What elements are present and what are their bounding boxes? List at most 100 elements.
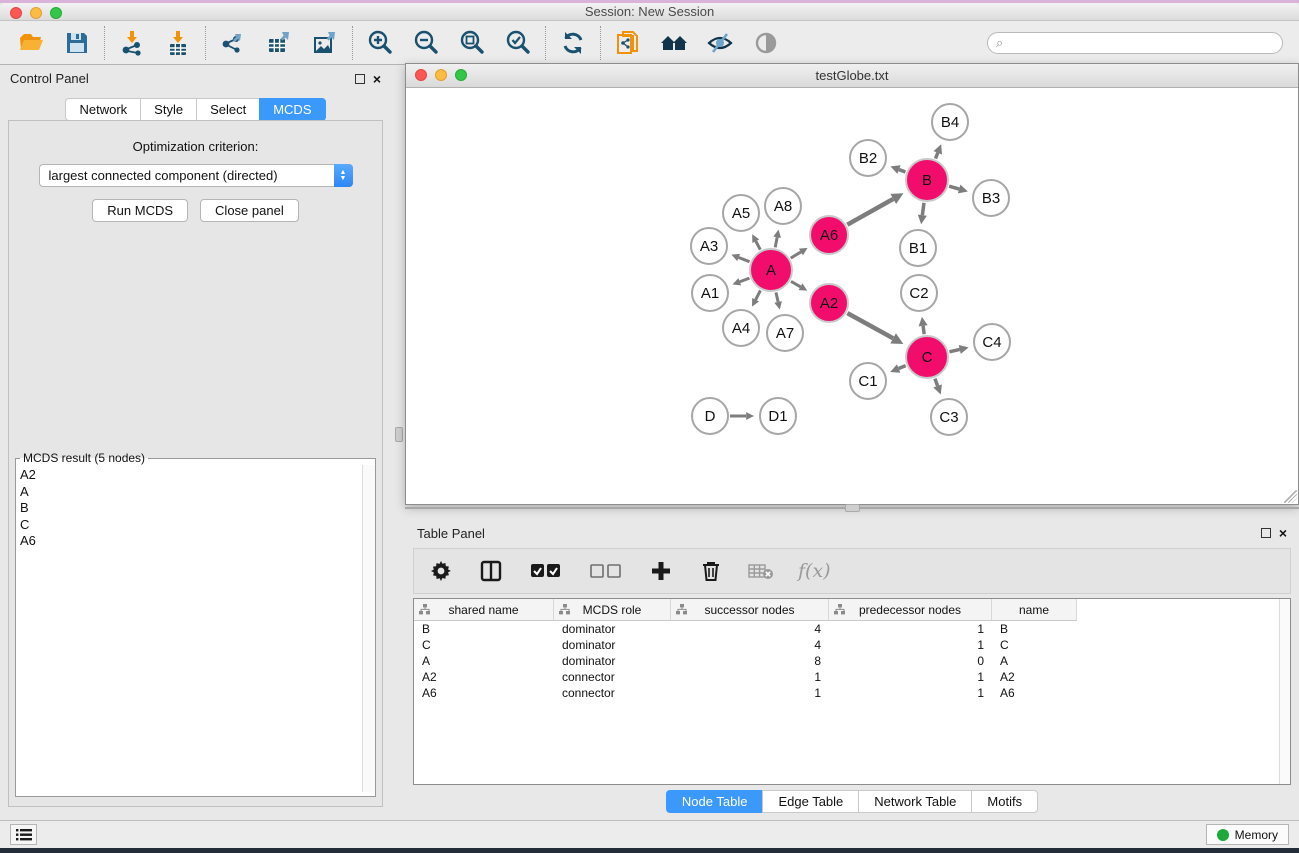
deselect-all-icon[interactable] (588, 558, 624, 584)
graph-edge[interactable] (923, 326, 924, 334)
close-panel-button[interactable]: Close panel (200, 199, 299, 222)
select-all-icon[interactable] (528, 558, 564, 584)
result-item[interactable]: A (20, 484, 358, 501)
graph-edge[interactable] (740, 278, 750, 282)
import-table-icon[interactable] (163, 28, 193, 58)
refresh-icon[interactable] (558, 28, 588, 58)
export-table-icon[interactable] (264, 28, 294, 58)
table-panel: Table Panel × f(x) (405, 520, 1299, 820)
graph-edge[interactable] (899, 366, 906, 369)
table-row[interactable]: A6connector11A6 (414, 685, 1290, 701)
column-header-successor-nodes[interactable]: successor nodes (671, 599, 829, 621)
zoom-out-icon[interactable] (411, 28, 441, 58)
hide-graphics-details-icon[interactable] (705, 28, 735, 58)
mcds-result-list[interactable]: A2ABCA6 (16, 465, 362, 792)
column-header-mcds-role[interactable]: MCDS role (554, 599, 671, 621)
tab-node-table[interactable]: Node Table (666, 790, 763, 813)
network-window-titlebar[interactable]: testGlobe.txt (406, 64, 1298, 88)
export-network-icon[interactable] (218, 28, 248, 58)
tab-mcds[interactable]: MCDS (259, 98, 325, 121)
task-history-button[interactable] (10, 824, 37, 845)
graph-edge[interactable] (899, 170, 905, 172)
graph-edge[interactable] (791, 281, 801, 286)
graph-edge[interactable] (847, 199, 893, 225)
close-window-button[interactable] (10, 7, 22, 19)
tab-network[interactable]: Network (65, 98, 140, 121)
graph-edge[interactable] (756, 241, 760, 250)
save-session-icon[interactable] (62, 28, 92, 58)
graph-edge-arrowhead (919, 317, 928, 327)
graph-edge[interactable] (775, 237, 777, 247)
search-field[interactable]: ⌕ (987, 32, 1283, 54)
show-graphics-details-icon[interactable] (751, 28, 781, 58)
tab-motifs[interactable]: Motifs (971, 790, 1038, 813)
graph-edge[interactable] (949, 186, 959, 189)
network-zoom-button[interactable] (455, 69, 467, 81)
zoom-window-button[interactable] (50, 7, 62, 19)
graph-edge[interactable] (935, 153, 937, 159)
graph-edge-arrowhead (958, 185, 968, 194)
graph-edge[interactable] (847, 313, 893, 338)
result-item[interactable]: A6 (20, 533, 358, 550)
delete-table-icon[interactable] (748, 558, 774, 584)
network-canvas[interactable]: B4B2BB3A8A5A6A3B1AA1C2A2A4A7C4CC1DD1C3 (406, 88, 1298, 504)
table-row[interactable]: Cdominator41C (414, 637, 1290, 653)
tab-edge-table[interactable]: Edge Table (762, 790, 858, 813)
result-item[interactable]: B (20, 500, 358, 517)
result-item[interactable]: C (20, 517, 358, 534)
export-image-icon[interactable] (310, 28, 340, 58)
graph-edge[interactable] (756, 290, 761, 299)
vertical-splitter-handle[interactable] (395, 427, 403, 442)
add-column-icon[interactable] (648, 558, 674, 584)
dropdown-selected-value: largest connected component (directed) (40, 168, 334, 183)
open-session-icon[interactable] (16, 28, 46, 58)
zoom-in-icon[interactable] (365, 28, 395, 58)
zoom-selected-icon[interactable] (503, 28, 533, 58)
search-input[interactable] (1007, 36, 1274, 50)
settings-icon[interactable] (428, 558, 454, 584)
float-table-panel-icon[interactable] (1261, 528, 1271, 538)
memory-button[interactable]: Memory (1206, 824, 1289, 845)
float-panel-icon[interactable] (355, 74, 365, 84)
graph-node-label: B3 (982, 190, 1000, 207)
graph-edge[interactable] (739, 257, 750, 261)
delete-columns-icon[interactable] (698, 558, 724, 584)
close-table-panel-icon[interactable]: × (1279, 528, 1287, 538)
graph-edge[interactable] (949, 349, 959, 351)
graph-edge[interactable] (776, 292, 778, 302)
graph-edge[interactable] (791, 252, 801, 258)
duplicate-network-icon[interactable] (613, 28, 643, 58)
function-builder-icon[interactable]: f(x) (798, 560, 831, 582)
split-view-icon[interactable] (478, 558, 504, 584)
tab-style[interactable]: Style (140, 98, 196, 121)
table-panel-title: Table Panel (417, 526, 485, 541)
graph-edge[interactable] (935, 379, 938, 386)
table-scrollbar[interactable] (1279, 599, 1290, 784)
network-minimize-button[interactable] (435, 69, 447, 81)
graph-edge[interactable] (922, 203, 924, 215)
import-network-icon[interactable] (117, 28, 147, 58)
home-layout-icon[interactable] (659, 28, 689, 58)
network-close-button[interactable] (415, 69, 427, 81)
column-header-shared-name[interactable]: shared name (414, 599, 554, 621)
optimization-criterion-dropdown[interactable]: largest connected component (directed) ▲… (39, 164, 353, 187)
column-header-predecessor-nodes[interactable]: predecessor nodes (829, 599, 992, 621)
horizontal-splitter-handle[interactable] (845, 504, 860, 512)
tab-select[interactable]: Select (196, 98, 259, 121)
mcds-tab-content: Optimization criterion: largest connecte… (8, 120, 383, 807)
graph-edge-arrowhead (918, 215, 927, 225)
window-resize-grip[interactable] (1284, 490, 1297, 503)
tab-network-table[interactable]: Network Table (858, 790, 971, 813)
table-row[interactable]: Bdominator41B (414, 621, 1290, 637)
desktop-strip-bottom (0, 848, 1299, 853)
result-scrollbar[interactable] (362, 465, 375, 792)
run-mcds-button[interactable]: Run MCDS (92, 199, 188, 222)
table-row[interactable]: A2connector11A2 (414, 669, 1290, 685)
column-header-name[interactable]: name (992, 599, 1077, 621)
result-item[interactable]: A2 (20, 467, 358, 484)
minimize-window-button[interactable] (30, 7, 42, 19)
network-graph[interactable]: B4B2BB3A8A5A6A3B1AA1C2A2A4A7C4CC1DD1C3 (406, 88, 1298, 504)
close-panel-icon[interactable]: × (373, 74, 381, 84)
zoom-fit-icon[interactable] (457, 28, 487, 58)
table-row[interactable]: Adominator80A (414, 653, 1290, 669)
